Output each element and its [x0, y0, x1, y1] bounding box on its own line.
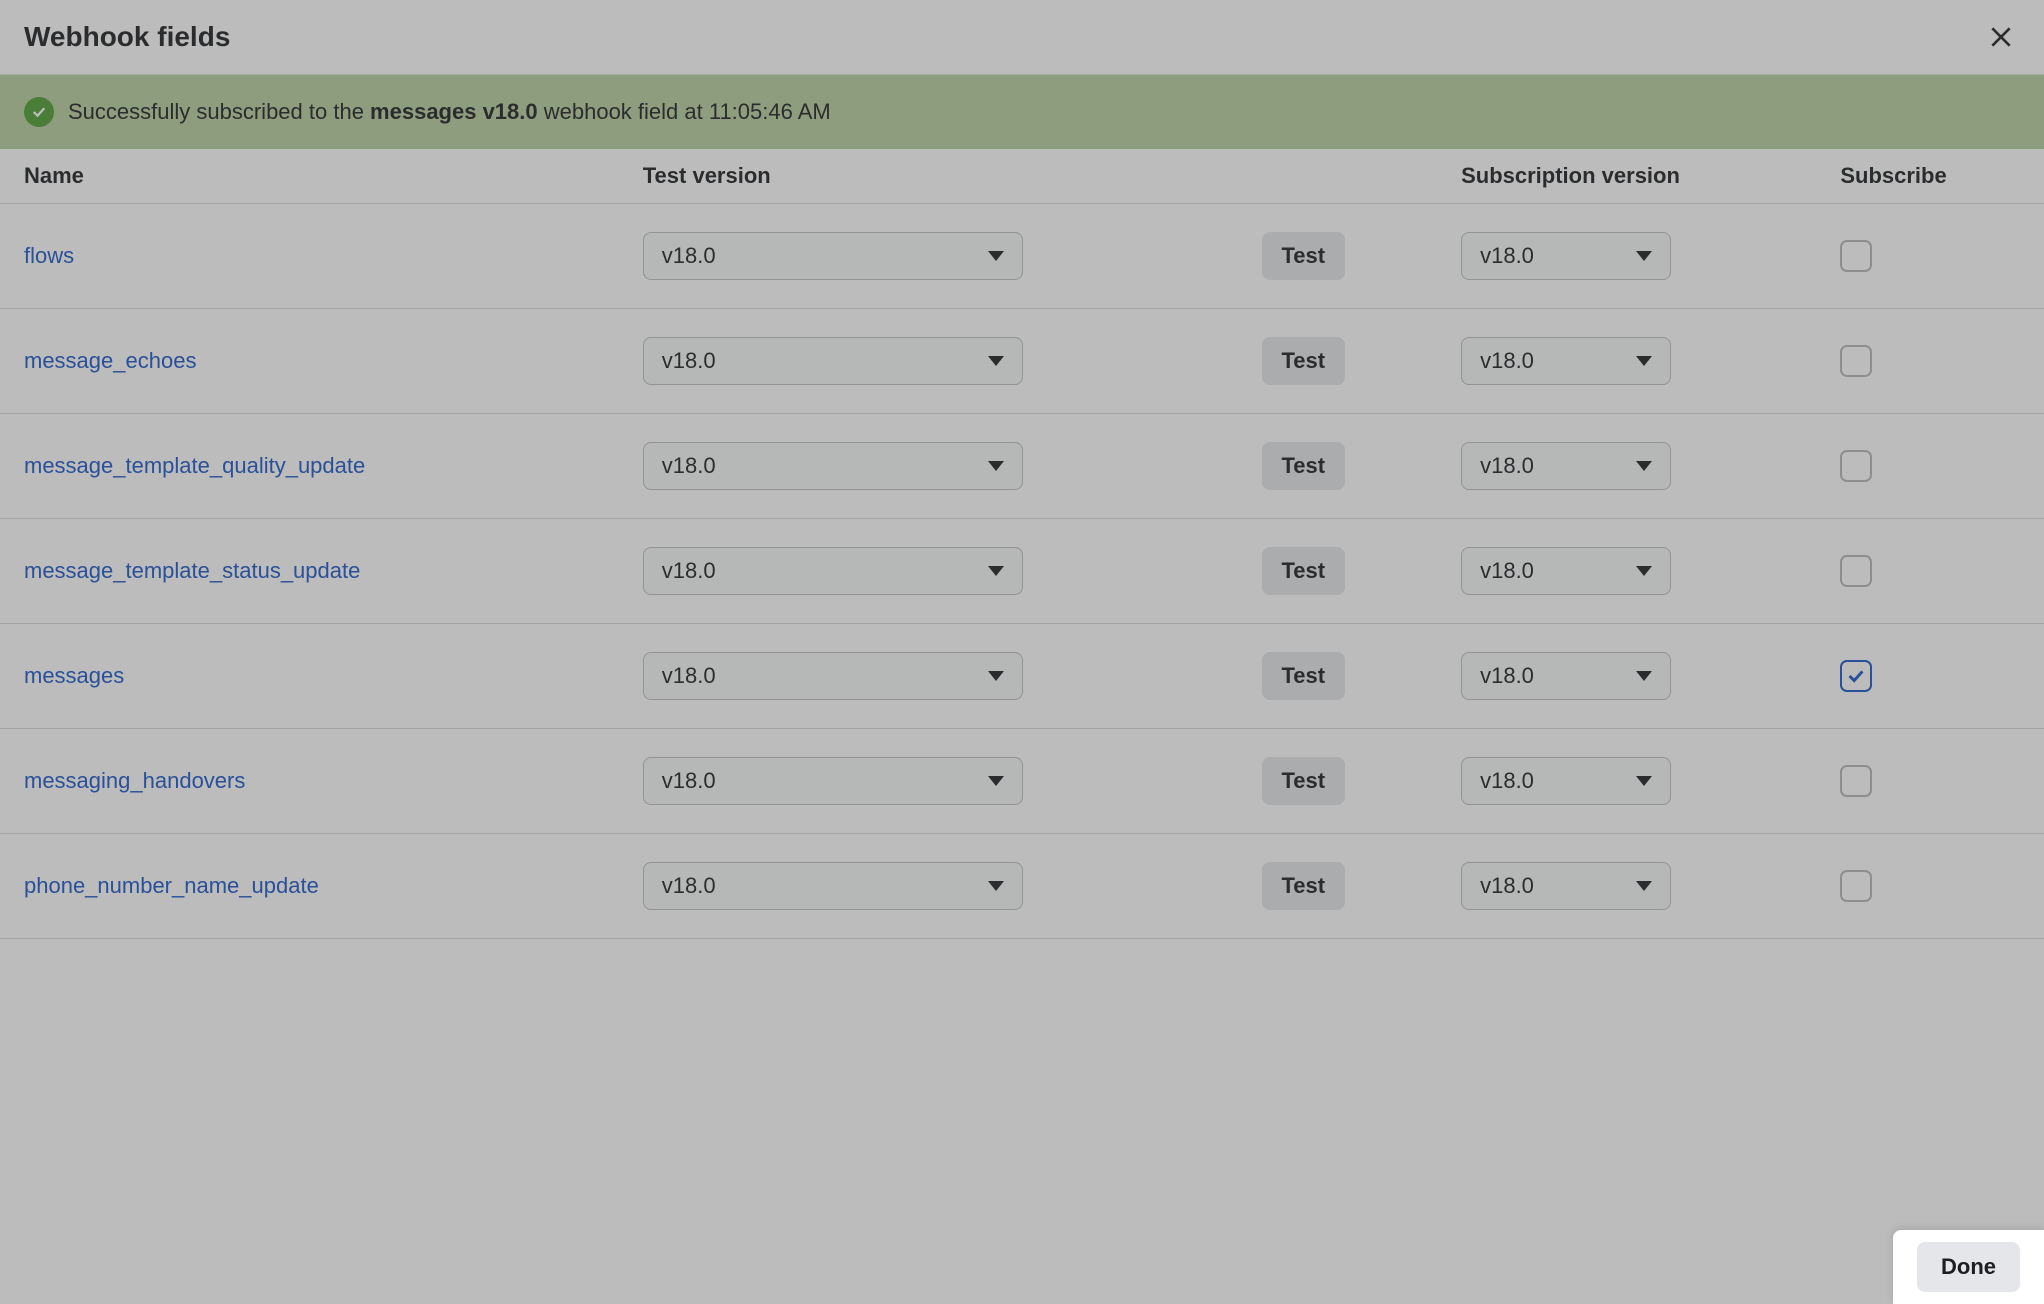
close-button[interactable] [1982, 18, 2020, 56]
test-button[interactable]: Test [1262, 862, 1346, 910]
caret-down-icon [1636, 566, 1652, 576]
subscribe-checkbox[interactable] [1840, 765, 1872, 797]
subscribe-checkbox[interactable] [1840, 345, 1872, 377]
select-value: v18.0 [662, 768, 716, 794]
caret-down-icon [1636, 776, 1652, 786]
table-row: message_template_quality_update v18.0 Test… [0, 414, 2044, 519]
caret-down-icon [1636, 461, 1652, 471]
webhook-fields-modal: Webhook fields Successfully subscribed t… [0, 0, 2044, 1304]
subscription-version-select[interactable]: v18.0 [1461, 337, 1671, 385]
field-name-link[interactable]: message_template_status_update [24, 558, 360, 583]
select-value: v18.0 [662, 663, 716, 689]
caret-down-icon [988, 461, 1004, 471]
subscribe-checkbox[interactable] [1840, 555, 1872, 587]
caret-down-icon [1636, 881, 1652, 891]
field-name-link[interactable]: flows [24, 243, 74, 268]
subscription-version-select[interactable]: v18.0 [1461, 862, 1671, 910]
select-value: v18.0 [662, 453, 716, 479]
test-version-select[interactable]: v18.0 [643, 862, 1023, 910]
webhook-fields-table: Name Test version Subscription version S… [0, 149, 2044, 1304]
test-button[interactable]: Test [1262, 652, 1346, 700]
test-version-select[interactable]: v18.0 [643, 232, 1023, 280]
table-row: flows v18.0 Test v18.0 [0, 204, 2044, 309]
field-name-link[interactable]: phone_number_name_update [24, 873, 319, 898]
caret-down-icon [988, 776, 1004, 786]
test-button[interactable]: Test [1262, 337, 1346, 385]
select-value: v18.0 [1480, 453, 1534, 479]
table-row: message_echoes v18.0 Test v18.0 [0, 309, 2044, 414]
field-name-link[interactable]: messages [24, 663, 124, 688]
table-row: messaging_handovers v18.0 Test v18.0 [0, 729, 2044, 834]
column-header-test-version: Test version [643, 163, 1262, 189]
subscription-version-select[interactable]: v18.0 [1461, 232, 1671, 280]
subscription-version-select[interactable]: v18.0 [1461, 547, 1671, 595]
test-button[interactable]: Test [1262, 547, 1346, 595]
check-circle-icon [24, 97, 54, 127]
table-row: phone_number_name_update v18.0 Test v18.0 [0, 834, 2044, 939]
table-row: messages v18.0 Test v18.0 [0, 624, 2044, 729]
toast-bold: messages v18.0 [370, 99, 538, 124]
select-value: v18.0 [1480, 663, 1534, 689]
caret-down-icon [1636, 251, 1652, 261]
subscription-version-select[interactable]: v18.0 [1461, 442, 1671, 490]
select-value: v18.0 [1480, 243, 1534, 269]
column-header-subscribe: Subscribe [1840, 163, 2020, 189]
select-value: v18.0 [662, 243, 716, 269]
caret-down-icon [988, 671, 1004, 681]
test-version-select[interactable]: v18.0 [643, 337, 1023, 385]
modal-header: Webhook fields [0, 0, 2044, 75]
caret-down-icon [988, 881, 1004, 891]
test-button[interactable]: Test [1262, 232, 1346, 280]
check-icon [1845, 665, 1867, 687]
modal-title: Webhook fields [24, 21, 230, 53]
close-icon [1988, 24, 2014, 50]
select-value: v18.0 [1480, 348, 1534, 374]
caret-down-icon [1636, 671, 1652, 681]
caret-down-icon [988, 356, 1004, 366]
test-version-select[interactable]: v18.0 [643, 547, 1023, 595]
subscription-version-select[interactable]: v18.0 [1461, 652, 1671, 700]
subscribe-checkbox[interactable] [1840, 240, 1872, 272]
select-value: v18.0 [1480, 873, 1534, 899]
subscribe-checkbox[interactable] [1840, 660, 1872, 692]
caret-down-icon [988, 251, 1004, 261]
test-button[interactable]: Test [1262, 757, 1346, 805]
select-value: v18.0 [662, 348, 716, 374]
column-header-subscription-version: Subscription version [1461, 163, 1840, 189]
field-name-link[interactable]: message_template_quality_update [24, 453, 365, 478]
modal-footer: Done [1893, 1230, 2044, 1304]
toast-suffix: webhook field at 11:05:46 AM [538, 99, 831, 124]
test-version-select[interactable]: v18.0 [643, 652, 1023, 700]
caret-down-icon [988, 566, 1004, 576]
select-value: v18.0 [662, 873, 716, 899]
caret-down-icon [1636, 356, 1652, 366]
test-button[interactable]: Test [1262, 442, 1346, 490]
test-version-select[interactable]: v18.0 [643, 442, 1023, 490]
done-button[interactable]: Done [1917, 1242, 2020, 1292]
toast-message: Successfully subscribed to the messages … [68, 99, 831, 125]
field-name-link[interactable]: message_echoes [24, 348, 196, 373]
subscribe-checkbox[interactable] [1840, 450, 1872, 482]
field-name-link[interactable]: messaging_handovers [24, 768, 245, 793]
success-toast: Successfully subscribed to the messages … [0, 75, 2044, 149]
table-header-row: Name Test version Subscription version S… [0, 149, 2044, 204]
toast-prefix: Successfully subscribed to the [68, 99, 370, 124]
column-header-name: Name [24, 163, 643, 189]
select-value: v18.0 [662, 558, 716, 584]
table-row: message_template_status_update v18.0 Test v… [0, 519, 2044, 624]
test-version-select[interactable]: v18.0 [643, 757, 1023, 805]
select-value: v18.0 [1480, 558, 1534, 584]
subscription-version-select[interactable]: v18.0 [1461, 757, 1671, 805]
subscribe-checkbox[interactable] [1840, 870, 1872, 902]
select-value: v18.0 [1480, 768, 1534, 794]
